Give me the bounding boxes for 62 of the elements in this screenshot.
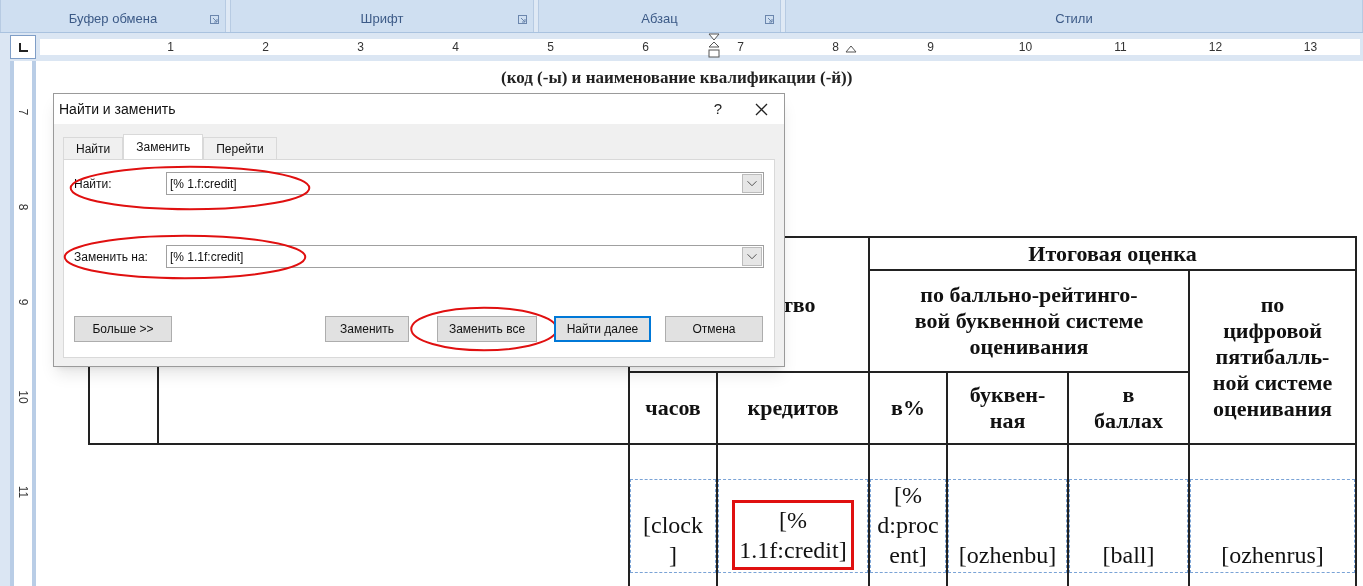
dropdown-caret-icon — [742, 174, 762, 193]
dialog-launcher-icon[interactable] — [765, 15, 774, 24]
document-heading: (код (-ы) и наименование квалификации (-й)) — [501, 68, 853, 87]
dialog-button[interactable]: Заменить все — [437, 316, 537, 342]
field-label: Найти: — [74, 175, 113, 193]
dialog-tab[interactable]: Найти — [63, 137, 124, 159]
column-header: кредитов — [747, 395, 839, 420]
dialog-button[interactable]: Заменить — [325, 316, 409, 342]
dialog-title: Найти и заменить — [59, 99, 176, 119]
column-header: часов — [645, 395, 701, 420]
table-cell-text: [ozhenrus] — [1221, 541, 1324, 570]
table-cell-text: [ozhenbu] — [958, 541, 1057, 570]
column-header: буквен- ная — [969, 382, 1046, 433]
ruler-number: 11 — [17, 485, 29, 499]
right-indent-marker-icon[interactable] — [845, 45, 857, 53]
ruler-number: 11 — [1114, 41, 1127, 53]
ruler-number: 7 — [17, 108, 29, 116]
ribbon-group-label: Стили — [1055, 9, 1093, 28]
ruler-number: 3 — [357, 41, 364, 53]
ruler-number: 8 — [832, 41, 839, 53]
ribbon-group-label: Буфер обмена — [68, 9, 158, 28]
ruler-number: 8 — [17, 203, 29, 211]
dialog-launcher-icon[interactable] — [518, 15, 527, 24]
ruler-number: 10 — [1018, 41, 1033, 53]
table-cell: [% 1.1f:credit] — [732, 500, 854, 570]
dialog-tab[interactable]: Перейти — [203, 137, 277, 159]
tab-selector-button[interactable] — [10, 35, 36, 59]
ruler-number: 4 — [452, 41, 459, 53]
dialog-launcher-icon[interactable] — [210, 15, 219, 24]
column-header: в% — [891, 395, 925, 420]
table-header: Итоговая оценка — [1028, 240, 1197, 266]
dialog-button[interactable]: Найти далее — [554, 316, 651, 342]
table-header: по балльно-рейтинго- вой буквенной системе оценивания — [914, 282, 1144, 359]
ruler-number: 9 — [17, 298, 29, 306]
indent-marker-icon[interactable] — [708, 33, 720, 59]
dropdown-caret-icon — [742, 247, 762, 266]
ruler-number: 6 — [642, 41, 649, 53]
ruler-number: 7 — [737, 41, 744, 53]
field-label: Заменить на: — [74, 248, 149, 266]
combo-field[interactable]: [% 1.1f:credit] — [166, 245, 764, 268]
ruler-number: 12 — [1208, 41, 1223, 53]
ruler-number: 2 — [262, 41, 269, 53]
left-tab-icon — [18, 42, 28, 52]
table-cell-text: [% d:proc ent] — [877, 481, 939, 570]
ribbon-group-label: Шрифт — [360, 9, 404, 28]
ruler-number: 10 — [17, 390, 29, 404]
table-header: по цифровой пятибалль- ной системе оценивания — [1212, 292, 1333, 421]
ruler-number: 9 — [927, 41, 934, 53]
column-header: в баллах — [1094, 382, 1163, 433]
help-button[interactable]: ? — [698, 97, 738, 121]
combo-field[interactable]: [% 1.f:credit] — [166, 172, 764, 195]
close-icon — [754, 102, 768, 116]
dialog-button[interactable]: Больше >> — [74, 316, 172, 342]
dialog-button[interactable]: Отмена — [665, 316, 763, 342]
ruler-number: 1 — [167, 41, 174, 53]
table-cell-text: [ball] — [1102, 541, 1155, 570]
dialog-tab[interactable]: Заменить — [123, 134, 204, 159]
table-header: тво — [782, 291, 816, 317]
ribbon-group-label: Абзац — [641, 9, 678, 28]
ruler-number: 13 — [1303, 41, 1318, 53]
table-cell-text: [clock ] — [643, 511, 703, 570]
ruler-number: 5 — [547, 41, 554, 53]
